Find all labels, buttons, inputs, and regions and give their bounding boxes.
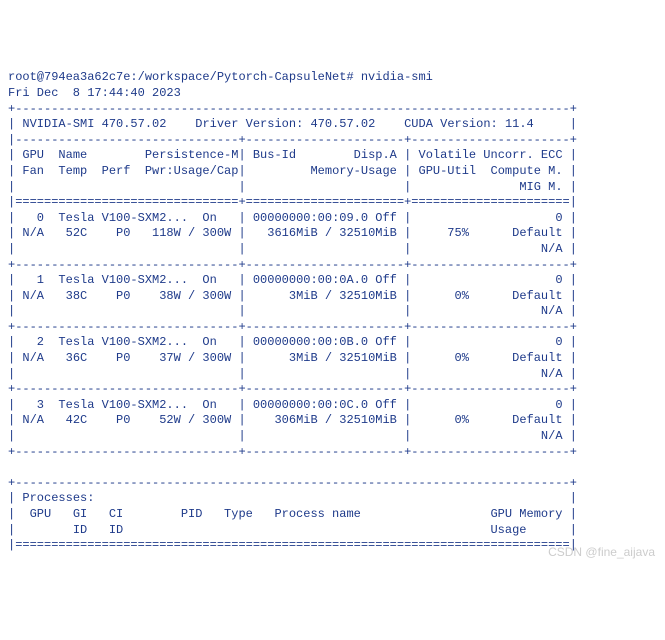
driver-label: Driver Version: xyxy=(195,117,303,131)
col-header-r3: | | | MIG M. | xyxy=(8,180,577,194)
gpu-r2: | N/A 52C P0 118W / 300W | 3616MiB / 325… xyxy=(8,226,577,240)
gpu2-r2c2: 3MiB / 32510MiB xyxy=(246,351,404,365)
proc-h1-text: GPU GI CI PID Type Process name GPU Memo… xyxy=(15,507,570,521)
gpu-r3: | | | N/A | xyxy=(8,242,577,256)
proc-top: +---------------------------------------… xyxy=(8,476,577,490)
gpu-r3: | | | N/A | xyxy=(8,304,577,318)
gpu0-r3c3: N/A xyxy=(411,242,569,256)
col-r3c1 xyxy=(15,180,238,194)
proc-h2-text: ID ID Usage xyxy=(15,523,570,537)
gpu-r2: | N/A 42C P0 52W / 300W | 306MiB / 32510… xyxy=(8,413,577,427)
col-r1c1: GPU Name Persistence-M xyxy=(15,148,238,162)
gpu0-r1c2: 00000000:00:09.0 Off xyxy=(246,211,404,225)
gpu3-r3c1 xyxy=(15,429,238,443)
gpu2-r2c3: 0% Default xyxy=(411,351,569,365)
border-top: +---------------------------------------… xyxy=(8,102,577,116)
col-r2c2: Memory-Usage xyxy=(246,164,404,178)
gpu-r1: | 2 Tesla V100-SXM2... On | 00000000:00:… xyxy=(8,335,577,349)
gpu0-r3c2 xyxy=(246,242,404,256)
col-header-r2: | Fan Temp Perf Pwr:Usage/Cap| Memory-Us… xyxy=(8,164,577,178)
gpu0-r2c1: N/A 52C P0 118W / 300W xyxy=(15,226,238,240)
gpu3-r3c3: N/A xyxy=(411,429,569,443)
gpu0-r2c2: 3616MiB / 32510MiB xyxy=(246,226,404,240)
gpu0-r1c3: 0 xyxy=(411,211,569,225)
col-sep: |===============================+=======… xyxy=(8,195,577,209)
gpu3-r1c2: 00000000:00:0C.0 Off xyxy=(246,398,404,412)
gpu2-r1c3: 0 xyxy=(411,335,569,349)
gpu-sep: +-------------------------------+-------… xyxy=(8,320,577,334)
gpu1-r3c1 xyxy=(15,304,238,318)
gpu-r3: | | | N/A | xyxy=(8,367,577,381)
col-r1c2: Bus-Id Disp.A xyxy=(246,148,404,162)
driver-version: 470.57.02 xyxy=(310,117,375,131)
gpu-r2: | N/A 38C P0 38W / 300W | 3MiB / 32510Mi… xyxy=(8,289,577,303)
gpu-sep: +-------------------------------+-------… xyxy=(8,382,577,396)
proc-title: | Processes: | xyxy=(8,491,577,505)
col-header-r1: | GPU Name Persistence-M| Bus-Id Disp.A … xyxy=(8,148,577,162)
gpu1-r3c3: N/A xyxy=(411,304,569,318)
header-row: | NVIDIA-SMI 470.57.02 Driver Version: 4… xyxy=(8,117,577,131)
gpu2-r3c2 xyxy=(246,367,404,381)
gpu1-r2c3: 0% Default xyxy=(411,289,569,303)
gpu2-r3c1 xyxy=(15,367,238,381)
gpu2-r3c3: N/A xyxy=(411,367,569,381)
gpu1-r3c2 xyxy=(246,304,404,318)
proc-h1: | GPU GI CI PID Type Process name GPU Me… xyxy=(8,507,577,521)
gpu3-r2c2: 306MiB / 32510MiB xyxy=(246,413,404,427)
col-r1c3: Volatile Uncorr. ECC xyxy=(411,148,569,162)
proc-sep: |=======================================… xyxy=(8,538,577,552)
gpu2-r1c1: 2 Tesla V100-SXM2... On xyxy=(15,335,238,349)
header-sep: |-------------------------------+-------… xyxy=(8,133,577,147)
col-r2c1: Fan Temp Perf Pwr:Usage/Cap xyxy=(15,164,238,178)
gpu2-r1c2: 00000000:00:0B.0 Off xyxy=(246,335,404,349)
gpu0-r1c1: 0 Tesla V100-SXM2... On xyxy=(15,211,238,225)
gpu1-r2c1: N/A 38C P0 38W / 300W xyxy=(15,289,238,303)
prompt-line: root@794ea3a62c7e:/workspace/Pytorch-Cap… xyxy=(8,70,433,84)
col-r2c3: GPU-Util Compute M. xyxy=(411,164,569,178)
gpu3-r1c1: 3 Tesla V100-SXM2... On xyxy=(15,398,238,412)
gpu-r3: | | | N/A | xyxy=(8,429,577,443)
gpu3-r2c1: N/A 42C P0 52W / 300W xyxy=(15,413,238,427)
smi-version: NVIDIA-SMI 470.57.02 xyxy=(22,117,166,131)
col-r3c2 xyxy=(246,180,404,194)
blank-line xyxy=(8,460,577,474)
cuda-label: CUDA Version: xyxy=(404,117,498,131)
gpu1-r1c1: 1 Tesla V100-SXM2... On xyxy=(15,273,238,287)
gpu-r1: | 3 Tesla V100-SXM2... On | 00000000:00:… xyxy=(8,398,577,412)
watermark: CSDN @fine_aijava xyxy=(548,545,655,561)
proc-h2: | ID ID Usage | xyxy=(8,523,577,537)
gpu3-r2c3: 0% Default xyxy=(411,413,569,427)
gpu-sep: +-------------------------------+-------… xyxy=(8,258,577,272)
gpu2-r2c1: N/A 36C P0 37W / 300W xyxy=(15,351,238,365)
gpu0-r2c3: 75% Default xyxy=(411,226,569,240)
gpu3-r1c3: 0 xyxy=(411,398,569,412)
gpu-sep: +-------------------------------+-------… xyxy=(8,445,577,459)
gpu-r2: | N/A 36C P0 37W / 300W | 3MiB / 32510Mi… xyxy=(8,351,577,365)
gpu-r1: | 1 Tesla V100-SXM2... On | 00000000:00:… xyxy=(8,273,577,287)
gpu1-r1c3: 0 xyxy=(411,273,569,287)
gpu-r1: | 0 Tesla V100-SXM2... On | 00000000:00:… xyxy=(8,211,577,225)
timestamp-line: Fri Dec 8 17:44:40 2023 xyxy=(8,86,181,100)
proc-title-text: Processes: xyxy=(15,491,570,505)
col-r3c3: MIG M. xyxy=(411,180,569,194)
cuda-version: 11.4 xyxy=(505,117,534,131)
gpu1-r1c2: 00000000:00:0A.0 Off xyxy=(246,273,404,287)
gpu1-r2c2: 3MiB / 32510MiB xyxy=(246,289,404,303)
gpu3-r3c2 xyxy=(246,429,404,443)
gpu0-r3c1 xyxy=(15,242,238,256)
